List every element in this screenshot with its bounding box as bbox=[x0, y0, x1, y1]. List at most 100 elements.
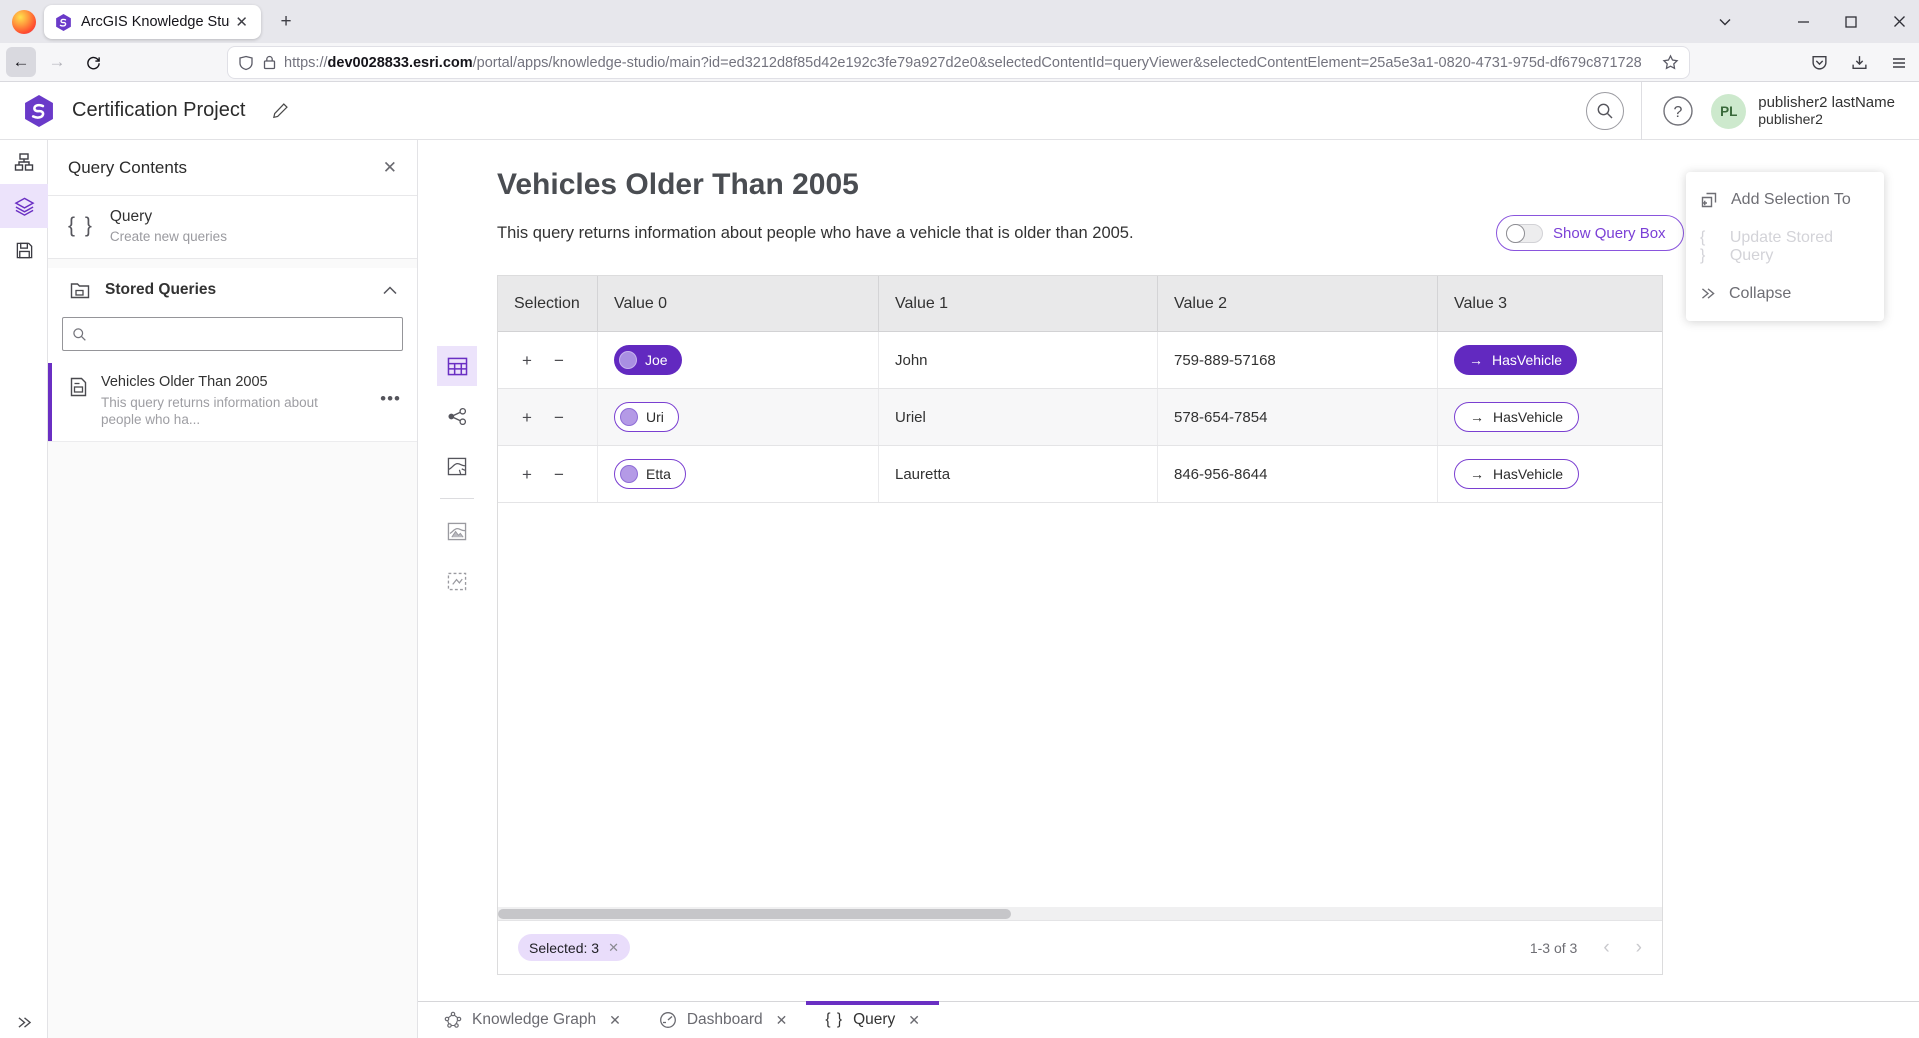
close-tab-icon[interactable]: ✕ bbox=[776, 1012, 788, 1029]
map-view-icon[interactable] bbox=[437, 446, 477, 486]
query-item-subtitle: Create new queries bbox=[110, 229, 227, 244]
add-to-selection-icon[interactable]: + bbox=[522, 466, 532, 483]
pagination: 1-3 of 3 ‹ › bbox=[1530, 937, 1642, 959]
column-header-value3[interactable]: Value 3 bbox=[1438, 276, 1662, 331]
tab-knowledge-graph[interactable]: Knowledge Graph ✕ bbox=[425, 1002, 640, 1038]
entity-dot-icon bbox=[620, 465, 638, 483]
help-button[interactable]: ? bbox=[1659, 92, 1697, 130]
selected-count-chip[interactable]: Selected: 3 ✕ bbox=[518, 934, 630, 961]
table-header-row: Selection Value 0 Value 1 Value 2 Value … bbox=[498, 276, 1662, 332]
url-text: https://dev0028833.esri.com/portal/apps/… bbox=[284, 55, 1662, 71]
remove-from-selection-icon[interactable]: − bbox=[554, 409, 564, 426]
column-header-selection[interactable]: Selection bbox=[498, 276, 598, 331]
item-options-ellipsis-icon[interactable]: ••• bbox=[380, 389, 401, 409]
relationship-chip[interactable]: →HasVehicle bbox=[1454, 345, 1577, 375]
stored-query-item[interactable]: Vehicles Older Than 2005 This query retu… bbox=[48, 363, 417, 442]
knowledge-graph-icon bbox=[444, 1011, 462, 1029]
braces-icon: { } bbox=[1700, 229, 1717, 265]
bottom-tab-bar: Knowledge Graph ✕ Dashboard ✕ { } Query … bbox=[418, 1001, 1919, 1038]
column-header-value1[interactable]: Value 1 bbox=[879, 276, 1158, 331]
menu-item-add-selection-to[interactable]: Add Selection To bbox=[1686, 176, 1884, 223]
collapse-section-chevron-icon[interactable] bbox=[383, 286, 397, 295]
close-window-icon[interactable] bbox=[1882, 7, 1916, 37]
relationship-chip[interactable]: →HasVehicle bbox=[1454, 459, 1579, 489]
selection-context-menu: Add Selection To { } Update Stored Query… bbox=[1686, 172, 1884, 321]
table-footer: Selected: 3 ✕ 1-3 of 3 ‹ › bbox=[498, 920, 1662, 974]
entity-chip[interactable]: Joe bbox=[614, 345, 682, 375]
lock-icon[interactable] bbox=[263, 55, 276, 70]
entity-chip[interactable]: Etta bbox=[614, 459, 686, 489]
bookmark-star-icon[interactable] bbox=[1662, 54, 1679, 71]
column-header-value2[interactable]: Value 2 bbox=[1158, 276, 1438, 331]
tab-close-icon[interactable]: ✕ bbox=[230, 11, 253, 33]
horizontal-scrollbar[interactable] bbox=[498, 907, 1662, 920]
table-row[interactable]: + − Uri Uriel 578-654-7854 →HasVehicle bbox=[498, 389, 1662, 446]
stored-queries-header[interactable]: Stored Queries bbox=[48, 268, 417, 312]
header-divider bbox=[1641, 82, 1642, 140]
double-chevron-right-icon bbox=[1700, 287, 1716, 300]
user-info[interactable]: publisher2 lastName publisher2 bbox=[1758, 94, 1895, 128]
rail-item-contents-icon[interactable] bbox=[0, 184, 48, 228]
toggle-switch[interactable] bbox=[1506, 224, 1543, 243]
stored-query-file-icon bbox=[70, 377, 87, 428]
link-chart-view-icon[interactable] bbox=[437, 396, 477, 436]
new-link-chart-from-selection-icon[interactable] bbox=[437, 561, 477, 601]
folder-icon bbox=[70, 281, 90, 299]
maximize-icon[interactable] bbox=[1834, 7, 1868, 37]
new-map-from-selection-icon[interactable] bbox=[437, 511, 477, 551]
show-query-box-toggle[interactable]: Show Query Box bbox=[1496, 215, 1684, 251]
user-name: publisher2 lastName bbox=[1758, 94, 1895, 111]
search-icon bbox=[72, 327, 87, 342]
rail-item-data-model-icon[interactable] bbox=[0, 140, 48, 184]
forward-button[interactable]: → bbox=[42, 47, 72, 77]
remove-from-selection-icon[interactable]: − bbox=[554, 352, 564, 369]
pocket-save-icon[interactable] bbox=[1805, 49, 1833, 77]
table-row[interactable]: + − Etta Lauretta 846-956-8644 →HasVehic… bbox=[498, 446, 1662, 503]
entity-dot-icon bbox=[620, 408, 638, 426]
rail-item-save-icon[interactable] bbox=[0, 228, 48, 272]
clear-selection-icon[interactable]: ✕ bbox=[608, 940, 619, 956]
menu-hamburger-icon[interactable] bbox=[1885, 49, 1913, 77]
reload-button[interactable] bbox=[78, 47, 108, 77]
user-avatar[interactable]: PL bbox=[1711, 94, 1746, 129]
stored-queries-search[interactable] bbox=[62, 317, 403, 351]
knowledge-studio-logo-icon bbox=[21, 93, 57, 129]
previous-page-icon[interactable]: ‹ bbox=[1603, 937, 1609, 959]
add-to-selection-icon[interactable]: + bbox=[522, 409, 532, 426]
scrollbar-thumb[interactable] bbox=[498, 909, 1011, 919]
menu-item-collapse[interactable]: Collapse bbox=[1686, 270, 1884, 317]
minimize-icon[interactable] bbox=[1786, 7, 1820, 37]
edit-title-pencil-icon[interactable] bbox=[271, 101, 290, 120]
url-bar[interactable]: https://dev0028833.esri.com/portal/apps/… bbox=[228, 47, 1689, 78]
tab-query[interactable]: { } Query ✕ bbox=[806, 1002, 939, 1038]
window-controls bbox=[1708, 0, 1916, 43]
tracking-shield-icon[interactable] bbox=[238, 55, 254, 71]
panel-title: Query Contents bbox=[68, 158, 383, 178]
save-to-library-icon[interactable] bbox=[1845, 49, 1873, 77]
remove-from-selection-icon[interactable]: − bbox=[554, 466, 564, 483]
dashboard-gauge-icon bbox=[659, 1011, 677, 1029]
list-tabs-icon[interactable] bbox=[1708, 7, 1742, 37]
next-page-icon[interactable]: › bbox=[1636, 937, 1642, 959]
close-panel-icon[interactable]: ✕ bbox=[383, 158, 397, 178]
tab-dashboard[interactable]: Dashboard ✕ bbox=[640, 1002, 807, 1038]
add-to-selection-icon[interactable]: + bbox=[522, 352, 532, 369]
browser-tab[interactable]: ArcGIS Knowledge Studio ✕ bbox=[44, 5, 261, 39]
search-input[interactable] bbox=[95, 326, 393, 342]
cell-value2: 846-956-8644 bbox=[1158, 446, 1438, 502]
entity-chip[interactable]: Uri bbox=[614, 402, 679, 432]
firefox-logo-icon[interactable] bbox=[12, 10, 36, 34]
search-button[interactable] bbox=[1586, 92, 1624, 130]
query-results-table: Selection Value 0 Value 1 Value 2 Value … bbox=[497, 275, 1663, 975]
table-view-icon[interactable] bbox=[437, 346, 477, 386]
new-tab-button[interactable]: + bbox=[272, 8, 300, 36]
relationship-chip[interactable]: →HasVehicle bbox=[1454, 402, 1579, 432]
column-header-value0[interactable]: Value 0 bbox=[598, 276, 879, 331]
expand-rail-icon[interactable] bbox=[0, 1008, 48, 1036]
table-row[interactable]: + − Joe John 759-889-57168 →HasVehicle bbox=[498, 332, 1662, 389]
new-query-item[interactable]: { } Query Create new queries bbox=[48, 196, 417, 259]
menu-item-update-stored-query[interactable]: { } Update Stored Query bbox=[1686, 223, 1884, 270]
close-tab-icon[interactable]: ✕ bbox=[908, 1012, 920, 1029]
back-button[interactable]: ← bbox=[6, 47, 36, 77]
close-tab-icon[interactable]: ✕ bbox=[609, 1012, 621, 1029]
